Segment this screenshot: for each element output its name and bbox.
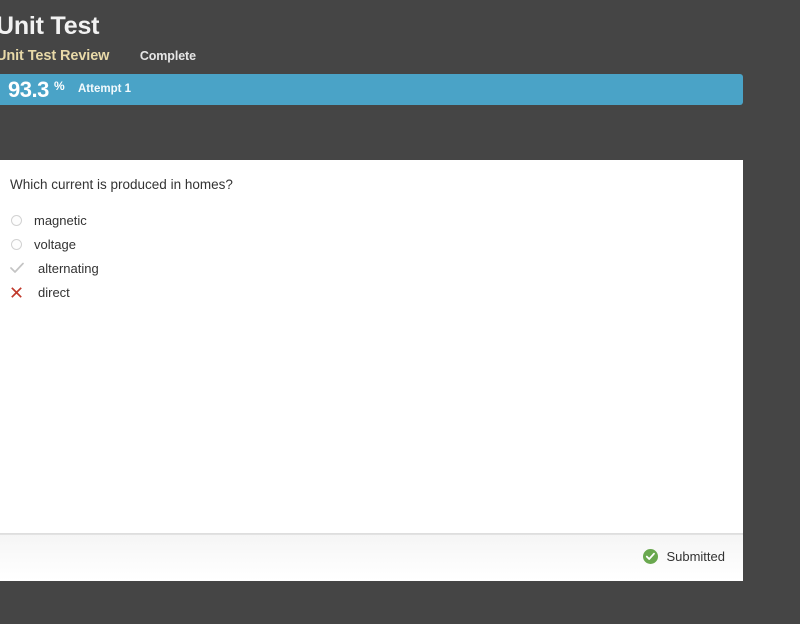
answer-option-label: alternating — [38, 260, 99, 276]
percent-sign: % — [54, 79, 65, 93]
question-panel: Which current is produced in homes? magn… — [0, 160, 743, 534]
question-navigation-bar: 11 12 13 14 — [0, 105, 800, 252]
radio-unselected-icon — [10, 238, 32, 250]
answer-option-voltage[interactable]: voltage — [10, 232, 710, 256]
question-text: Which current is produced in homes? — [10, 177, 233, 192]
quiz-review-page: Unit Test Unit Test Review Complete 93.3… — [0, 0, 800, 624]
checkmark-correct-icon — [10, 262, 32, 274]
check-circle-icon — [643, 549, 659, 564]
answer-option-label: direct — [38, 284, 70, 300]
radio-unselected-icon — [10, 214, 32, 226]
status-badge: Submitted — [643, 549, 725, 564]
panel-footer: Submitted — [0, 534, 743, 581]
answer-options-list: magnetic voltage alternating direct — [10, 208, 710, 304]
score-bar: 93.3 % Attempt 1 — [0, 74, 743, 105]
score-percentage: 93.3 — [8, 77, 49, 102]
cross-incorrect-icon — [10, 286, 32, 299]
answer-option-direct[interactable]: direct — [10, 280, 710, 304]
page-header: Unit Test Unit Test Review Complete — [0, 0, 800, 74]
assignment-name: Unit Test Review — [0, 48, 110, 64]
breadcrumb: Unit Test Review Complete — [0, 47, 196, 65]
page-title: Unit Test — [0, 12, 100, 40]
answer-option-label: magnetic — [34, 212, 87, 228]
completion-status: Complete — [139, 49, 196, 63]
attempt-label: Attempt 1 — [78, 83, 132, 95]
answer-option-magnetic[interactable]: magnetic — [10, 208, 710, 232]
answer-option-alternating[interactable]: alternating — [10, 256, 710, 280]
answer-option-label: voltage — [34, 236, 76, 252]
submitted-label: Submitted — [666, 549, 725, 564]
